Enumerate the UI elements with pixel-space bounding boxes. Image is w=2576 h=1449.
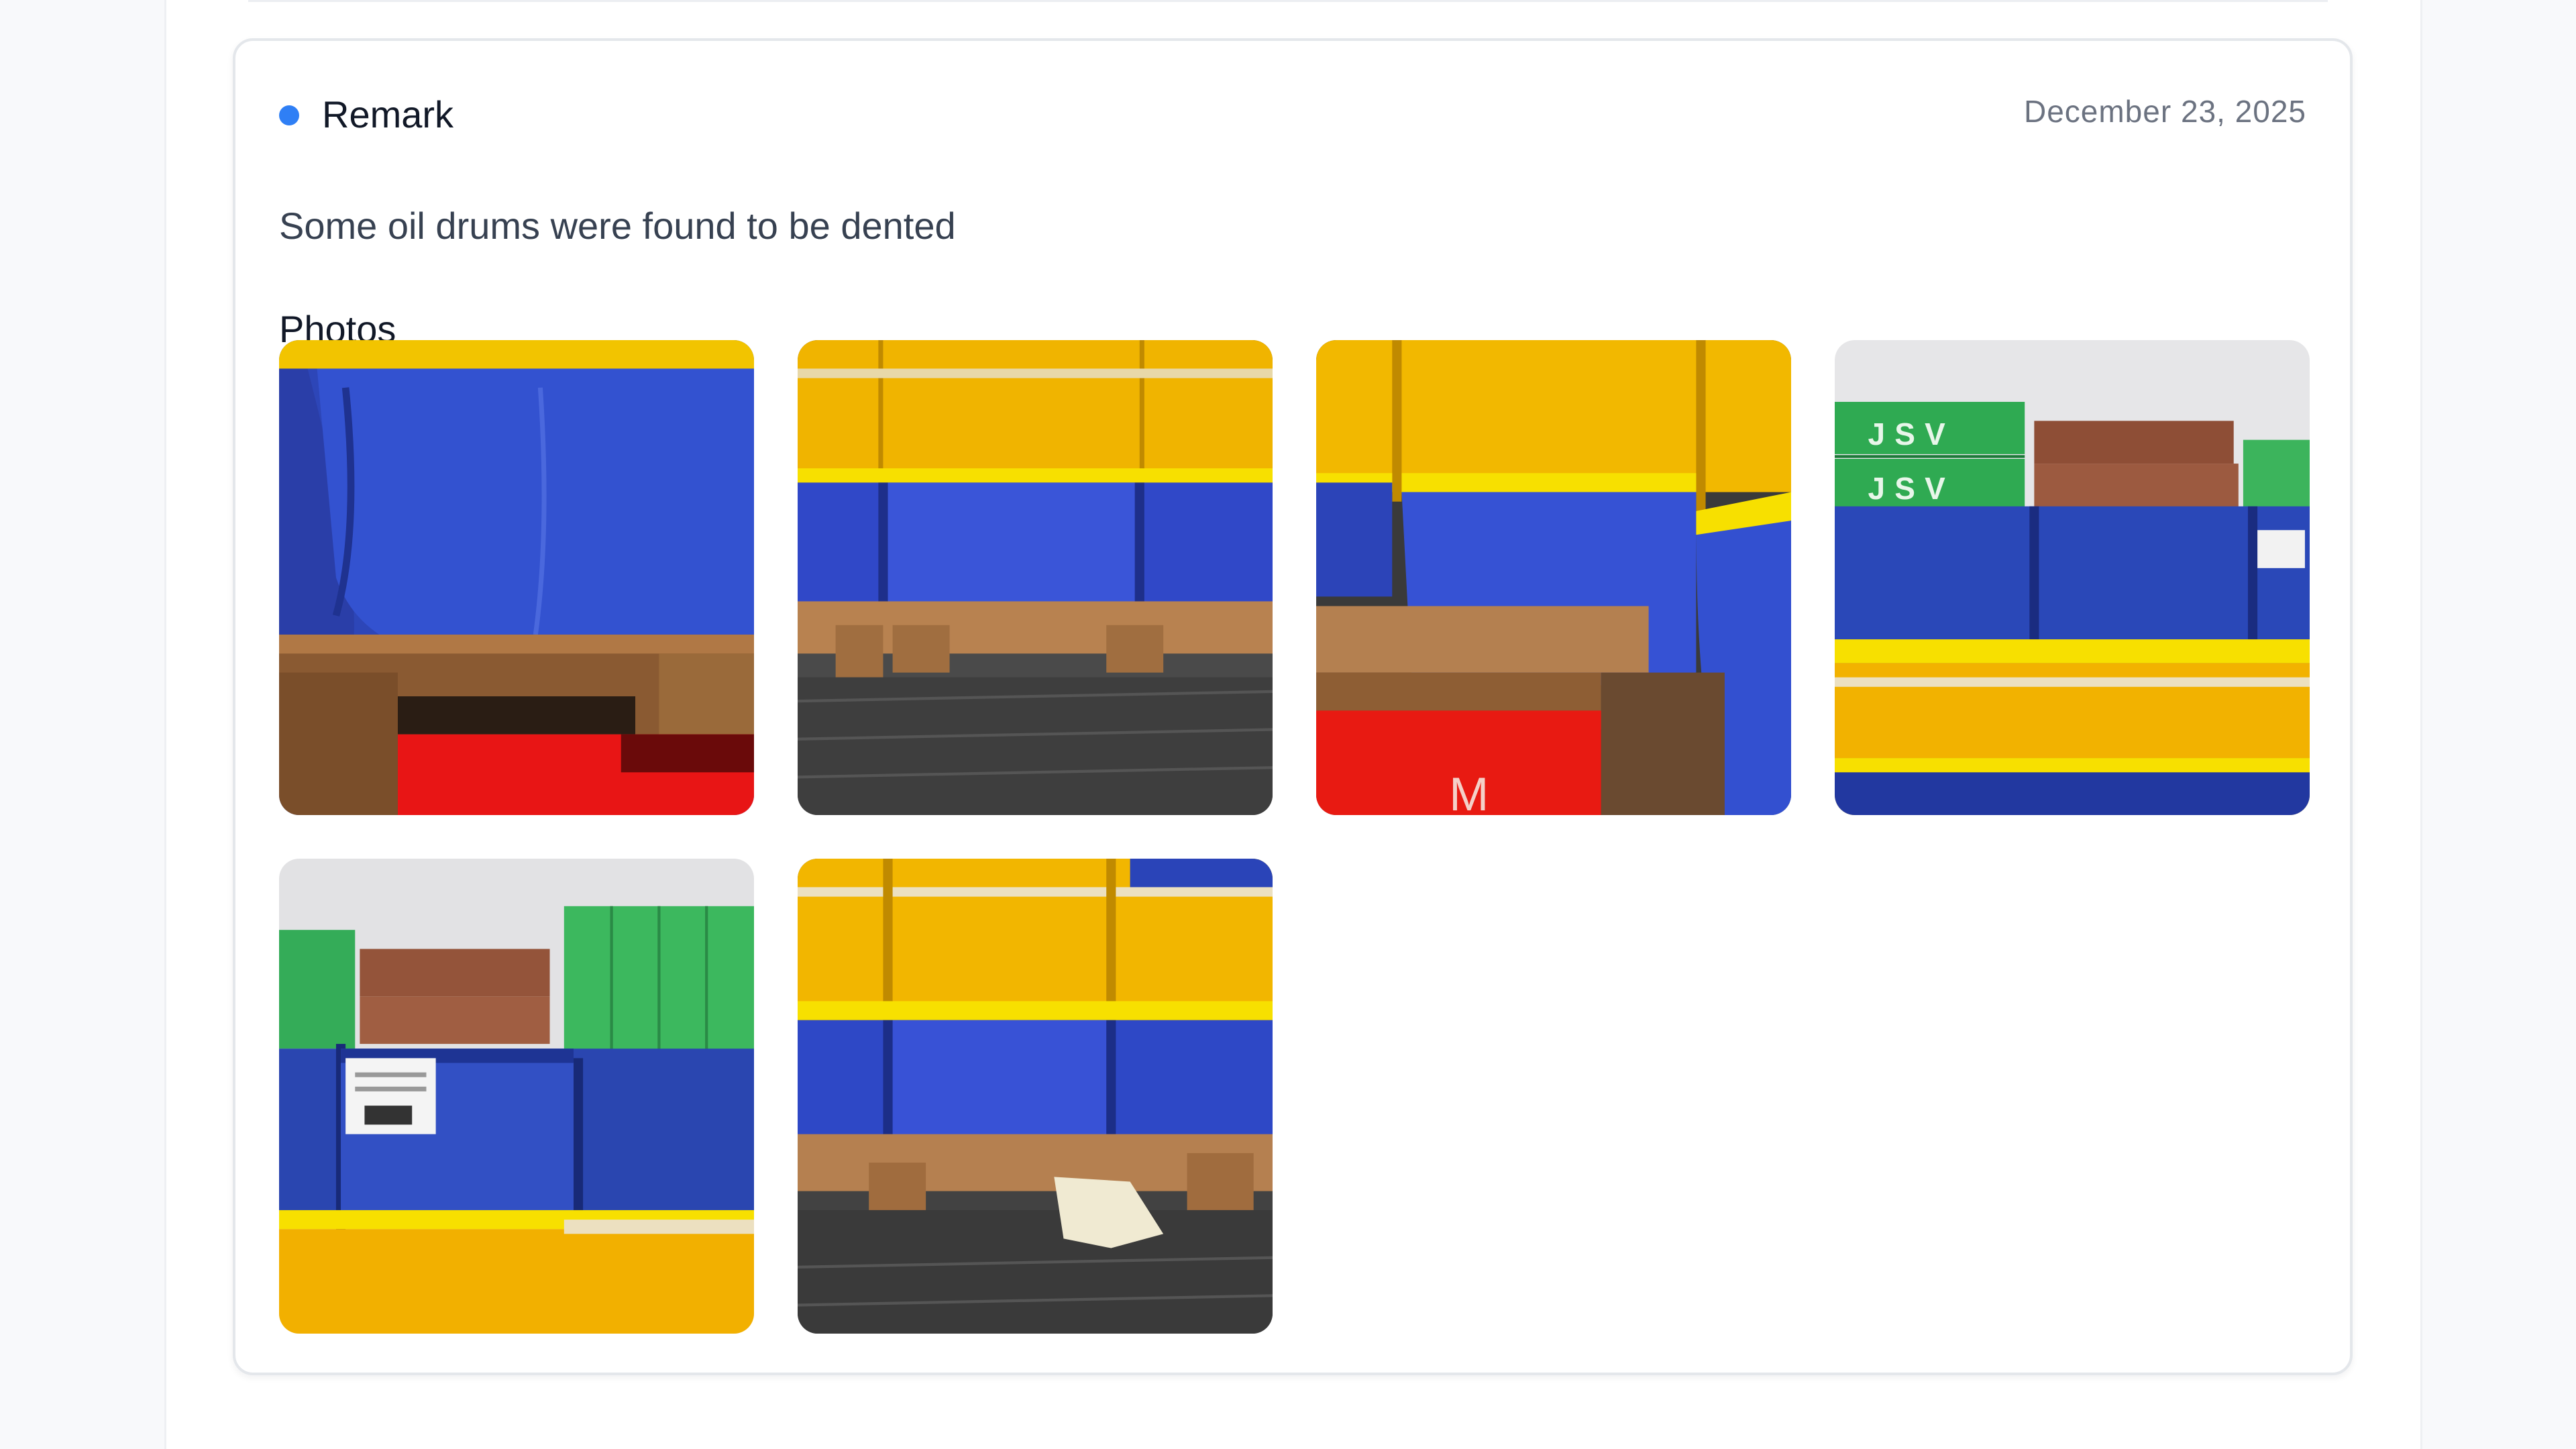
photo-thumbnail-4[interactable]: JSV JSV [1835,340,2310,815]
photo-6-image [798,859,1273,1334]
container-marking-top: JSV [1868,417,1955,451]
photo-thumbnail-1[interactable] [279,340,754,815]
photo-1-image [279,340,754,815]
photo-5-image [279,859,754,1334]
remark-label: Remark [322,93,454,136]
container-marking-bottom: JSV [1868,471,1955,506]
photo-thumbnail-6[interactable] [798,859,1273,1334]
photo-4-image: JSV JSV [1835,340,2310,815]
photo-thumbnail-2[interactable] [798,340,1273,815]
photo-2-image [798,340,1273,815]
photo-3-image: M [1316,340,1791,815]
remark-card: Remark December 23, 2025 Some oil drums … [233,38,2353,1375]
photo-thumbnail-3[interactable]: M [1316,340,1791,815]
svg-text:M: M [1449,768,1489,815]
remark-date: December 23, 2025 [2023,94,2306,129]
status-dot [279,105,299,125]
top-divider [248,0,2328,2]
photo-grid: M JSV JSV [279,340,2310,1334]
photo-thumbnail-5[interactable] [279,859,754,1334]
remark-description: Some oil drums were found to be dented [279,205,956,247]
remark-header: Remark December 23, 2025 [279,88,2306,142]
